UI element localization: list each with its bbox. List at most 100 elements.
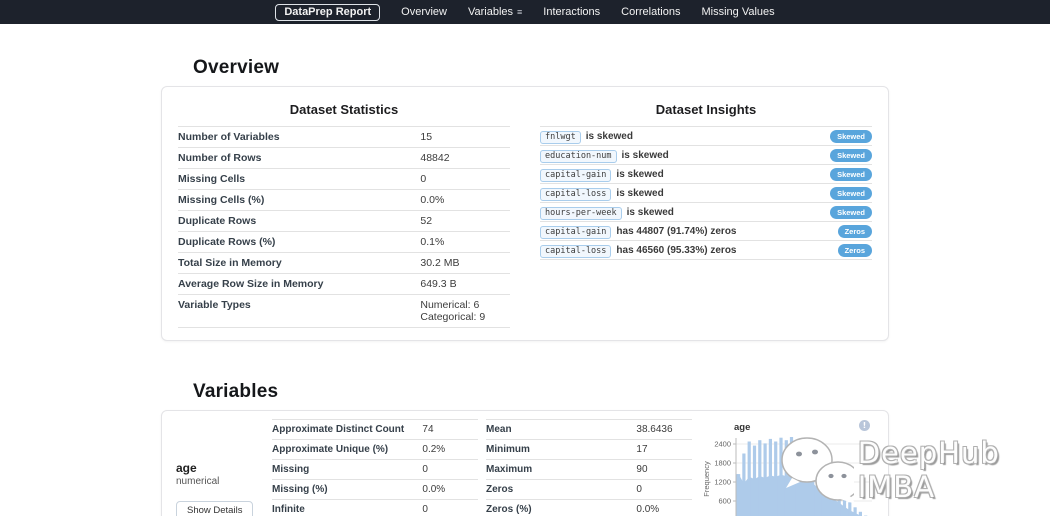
variable-stats-left: Approximate Distinct Count 74 Approximate …	[272, 419, 478, 516]
histogram-bar	[752, 445, 757, 516]
top-navbar: DataPrep Report Overview Variables ≡ Intera…	[0, 0, 1050, 24]
histogram-bar	[858, 511, 862, 516]
histogram-bar	[832, 482, 836, 516]
histogram-bar	[742, 453, 746, 516]
table-row: Approximate Distinct Count 74	[272, 419, 478, 440]
variable-code-pill: hours-per-week	[540, 206, 622, 220]
insight-description: is skewed	[585, 130, 633, 142]
insight-row: capital-loss has 46560 (95.33%) zeros Zero…	[540, 240, 872, 260]
insight-description: has 46560 (95.33%) zeros	[616, 244, 737, 256]
stat-value: 0.2%	[422, 444, 446, 455]
variable-stats-right-table: Mean 38.6436 Minimum 17 Maximum 90 Zeros 0 Zeros…	[486, 419, 692, 516]
stat-label: Missing	[272, 464, 310, 475]
table-row: Maximum 90	[486, 459, 692, 480]
insight-description: is skewed	[616, 168, 664, 180]
nav-item-label: Variables	[467, 6, 514, 18]
stat-value: 0.1%	[420, 236, 445, 248]
variable-code-pill: fnlwgt	[540, 130, 581, 144]
table-row: Missing 0	[272, 459, 478, 480]
variable-code-pill: capital-gain	[540, 168, 612, 182]
skewed-badge: Skewed	[830, 148, 872, 162]
y-tick-label: 2400	[714, 440, 731, 449]
stat-label: Minimum	[486, 444, 530, 455]
show-details-button[interactable]: Show Details	[176, 501, 254, 516]
nav-item-missing-values[interactable]: Missing Values	[701, 6, 774, 18]
insight-text: education-num is skewed	[540, 149, 669, 163]
y-tick-label: 1800	[714, 459, 731, 468]
variable-row-age: age numerical Show Details Approximate D…	[176, 411, 874, 516]
table-row: Number of Rows 48842	[178, 147, 510, 169]
info-icon[interactable]: !	[859, 420, 870, 431]
age-histogram-chart[interactable]: 060012001800240020406080ageFrequency	[700, 432, 876, 516]
stat-value: 90	[636, 464, 648, 475]
y-axis-label: Frequency	[702, 461, 711, 497]
stat-label: Maximum	[486, 464, 533, 475]
nav-item-overview[interactable]: Overview	[401, 6, 447, 18]
insight-row: hours-per-week is skewed Skewed	[540, 202, 872, 221]
nav-item-label: Overview	[401, 6, 447, 18]
table-row: Average Row Size in Memory 649.3 B	[178, 273, 510, 295]
skewed-badge: Skewed	[830, 167, 872, 181]
insight-text: capital-loss is skewed	[540, 187, 664, 201]
table-row: Duplicate Rows (%) 0.1%	[178, 231, 510, 253]
insight-description: has 44807 (91.74%) zeros	[616, 225, 737, 237]
insight-row: capital-gain is skewed Skewed	[540, 164, 872, 183]
histogram-bar	[811, 453, 815, 516]
dataprep-report-page: DataPrep Report Overview Variables ≡ Intera…	[0, 0, 1050, 516]
variable-code-pill: education-num	[540, 149, 617, 163]
stat-label: Approximate Unique (%)	[272, 444, 389, 455]
table-row: Mean 38.6436	[486, 419, 692, 440]
stat-value: 30.2 MB	[420, 257, 460, 269]
stat-label: Total Size in Memory	[178, 257, 282, 269]
stat-value: 38.6436	[636, 424, 673, 435]
skewed-badge: Skewed	[830, 129, 872, 143]
nav-item-correlations[interactable]: Correlations	[621, 6, 680, 18]
histogram-bar	[779, 437, 783, 516]
insight-text: capital-loss has 46560 (95.33%) zeros	[540, 244, 737, 258]
insight-text: hours-per-week is skewed	[540, 206, 674, 220]
main-content: Overview Dataset Statistics Number of Va…	[161, 24, 889, 516]
stat-label: Mean	[486, 424, 512, 435]
table-row: Missing (%) 0.0%	[272, 479, 478, 500]
skewed-badge: Skewed	[830, 186, 872, 200]
table-row: Missing Cells (%) 0.0%	[178, 189, 510, 211]
stat-value: 0	[420, 173, 427, 185]
histogram-bar	[853, 507, 857, 516]
nav-item-interactions[interactable]: Interactions	[543, 6, 600, 18]
insight-description: is skewed	[621, 149, 669, 161]
variables-card: age numerical Show Details Approximate D…	[161, 410, 889, 516]
nav-item-label: Correlations	[621, 6, 681, 18]
variable-stats-right: Mean 38.6436 Minimum 17 Maximum 90 Zeros 0 Zeros…	[486, 419, 692, 516]
dataset-insights-title: Dataset Insights	[655, 102, 757, 117]
table-row: Total Size in Memory 30.2 MB	[178, 252, 510, 274]
histogram-bar	[774, 441, 778, 516]
table-row: Number of Variables 15	[178, 126, 510, 148]
histogram-bar	[848, 502, 852, 516]
table-row: Zeros 0	[486, 479, 692, 500]
dataset-insights-list: fnlwgt is skewed Skewed education-num is ske…	[540, 126, 872, 260]
variable-code-pill: capital-gain	[540, 225, 612, 239]
insight-row: capital-gain has 44807 (91.74%) zeros Zero…	[540, 221, 872, 240]
stat-label: Missing (%)	[272, 484, 328, 495]
histogram-bar	[763, 443, 767, 516]
zeros-badge: Zeros	[837, 243, 872, 257]
histogram-bar	[827, 474, 831, 516]
stat-value: 0.0%	[636, 504, 660, 515]
variable-name: age	[176, 461, 197, 475]
stat-label: Number of Variables	[178, 131, 280, 143]
stat-label: Number of Rows	[178, 152, 262, 164]
brand-button[interactable]: DataPrep Report	[275, 3, 381, 21]
insight-text: capital-gain is skewed	[540, 168, 664, 182]
dataset-statistics-panel: Dataset Statistics Number of Variables 15…	[178, 91, 510, 328]
stat-value: 0.0%	[422, 484, 446, 495]
nav-item-label: Interactions	[543, 6, 601, 18]
histogram-bar	[837, 489, 841, 516]
table-row: Approximate Unique (%) 0.2%	[272, 439, 478, 460]
stat-label: Average Row Size in Memory	[178, 278, 324, 290]
histogram-bar	[816, 461, 820, 516]
histogram-bar	[805, 448, 809, 516]
overview-heading: Overview	[193, 57, 280, 78]
insight-description: is skewed	[616, 187, 664, 199]
zeros-badge: Zeros	[837, 224, 872, 238]
nav-item-variables[interactable]: Variables ≡	[468, 6, 522, 18]
